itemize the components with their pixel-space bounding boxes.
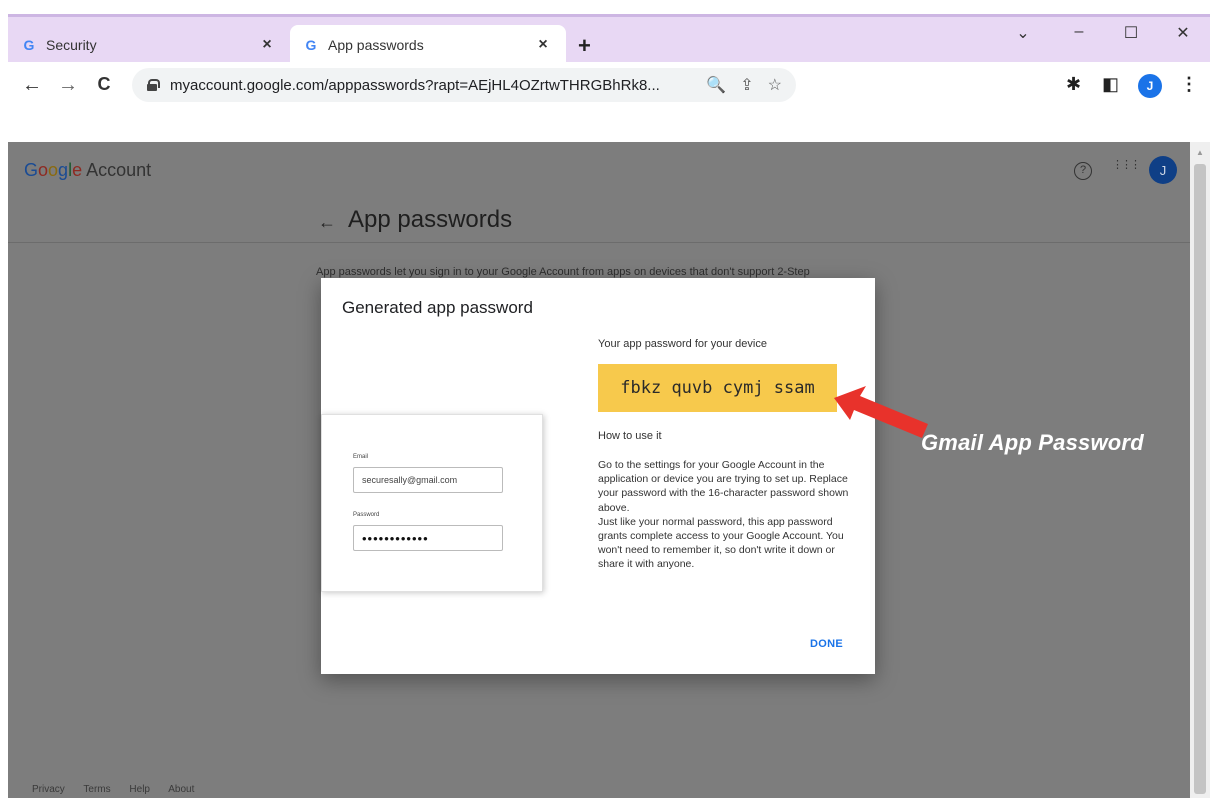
tab-app-passwords[interactable]: G App passwords × (290, 25, 566, 65)
share-icon[interactable]: ⇪ (740, 75, 753, 95)
maximize-button[interactable]: ☐ (1116, 23, 1146, 43)
close-tab-icon[interactable]: × (534, 36, 552, 54)
google-account-logo[interactable]: Google Account (24, 160, 151, 181)
extensions-puzzle-icon[interactable]: ✱ (1066, 74, 1081, 95)
footer-link-privacy[interactable]: Privacy (32, 784, 65, 795)
tab-strip: G Security × G App passwords × + ⌄ – ☐ ✕ (8, 14, 1210, 65)
red-arrow-icon (834, 386, 928, 438)
tab-search-chevron-icon[interactable]: ⌄ (1008, 23, 1038, 43)
bookmark-star-icon[interactable]: ☆ (768, 75, 782, 95)
help-icon[interactable]: ? (1074, 162, 1092, 180)
instructions-paragraph: Go to the settings for your Google Accou… (598, 459, 849, 514)
how-to-use-heading: How to use it (598, 430, 662, 442)
tab-title: Security (46, 37, 97, 53)
apps-grid-icon[interactable]: ⋮⋮⋮ (1112, 160, 1141, 171)
close-tab-icon[interactable]: × (258, 36, 276, 54)
header-divider (8, 242, 1190, 243)
footer-link-help[interactable]: Help (129, 784, 150, 795)
browser-toolbar: ← → C myaccount.google.com/apppasswords?… (8, 62, 1210, 110)
back-arrow-icon[interactable]: ← (318, 212, 336, 233)
account-avatar[interactable]: J (1149, 156, 1177, 184)
minimize-button[interactable]: – (1064, 23, 1094, 41)
sign-in-illustration: Email securesally@gmail.com Password •••… (321, 414, 543, 592)
zoom-icon[interactable]: 🔍 (706, 75, 726, 95)
address-bar[interactable]: myaccount.google.com/apppasswords?rapt=A… (132, 68, 796, 102)
dialog-title: Generated app password (342, 298, 533, 317)
footer-link-about[interactable]: About (168, 784, 194, 795)
email-field: securesally@gmail.com (353, 467, 503, 493)
done-button[interactable]: DONE (810, 638, 843, 650)
google-favicon-icon: G (23, 37, 35, 53)
more-menu-icon[interactable]: ⋮ (1180, 74, 1198, 95)
url-text[interactable]: myaccount.google.com/apppasswords?rapt=A… (170, 77, 692, 94)
lock-icon[interactable] (146, 79, 160, 91)
forward-arrow-icon[interactable]: → (56, 74, 80, 97)
usage-instructions: Go to the settings for your Google Accou… (598, 458, 858, 572)
scrollbar-thumb[interactable] (1194, 164, 1206, 794)
arrow-shape (834, 386, 928, 438)
app-password-label: Your app password for your device (598, 338, 767, 350)
scroll-up-icon[interactable]: ▲ (1196, 148, 1204, 157)
annotation-label: Gmail App Password (921, 430, 1144, 455)
page-title: App passwords (348, 206, 513, 233)
page-description: App passwords let you sign in to your Go… (316, 266, 810, 278)
page-scrollbar[interactable]: ▲ (1190, 142, 1210, 798)
footer-links: Privacy Terms Help About (32, 784, 206, 795)
close-window-button[interactable]: ✕ (1168, 23, 1198, 43)
generated-password-dialog: Generated app password Email securesally… (321, 278, 875, 674)
reload-icon[interactable]: C (92, 74, 116, 95)
tab-title: App passwords (328, 37, 424, 53)
tab-security[interactable]: G Security × (8, 25, 290, 65)
google-favicon-icon: G (305, 37, 317, 53)
email-label: Email (353, 454, 369, 460)
password-field: •••••••••••• (353, 525, 503, 551)
new-tab-button[interactable]: + (578, 33, 591, 59)
password-label: Password (353, 512, 380, 518)
app-password-value[interactable]: fbkz quvb cymj ssam (598, 364, 837, 412)
instructions-paragraph: Just like your normal password, this app… (598, 515, 844, 571)
profile-avatar[interactable]: J (1138, 74, 1162, 98)
side-panel-icon[interactable]: ◧ (1102, 74, 1119, 95)
footer-link-terms[interactable]: Terms (83, 784, 110, 795)
back-arrow-icon[interactable]: ← (20, 74, 44, 97)
